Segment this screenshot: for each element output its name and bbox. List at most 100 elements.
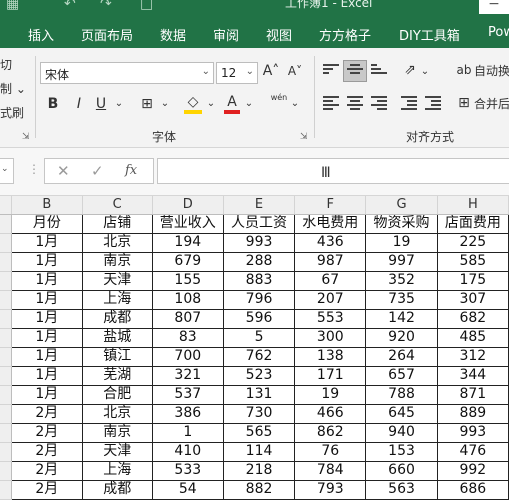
- italic-button[interactable]: I: [72, 94, 86, 116]
- header-cell[interactable]: 物资采购: [365, 213, 438, 234]
- table-cell[interactable]: 679: [151, 251, 224, 272]
- table-cell[interactable]: 565: [222, 422, 296, 443]
- cut-label[interactable]: 切: [0, 56, 12, 73]
- row-header[interactable]: [0, 480, 12, 500]
- table-cell[interactable]: 476: [436, 441, 509, 462]
- table-cell[interactable]: 307: [436, 289, 509, 310]
- table-cell[interactable]: 194: [151, 232, 224, 253]
- row-header[interactable]: [0, 214, 12, 234]
- row-header[interactable]: [0, 366, 12, 386]
- table-cell[interactable]: 上海: [81, 460, 153, 481]
- table-cell[interactable]: 386: [151, 403, 224, 424]
- table-cell[interactable]: 807: [151, 308, 224, 329]
- table-cell[interactable]: 312: [436, 346, 509, 367]
- underline-button[interactable]: U: [94, 94, 108, 116]
- row-header[interactable]: [0, 461, 12, 481]
- table-cell[interactable]: 730: [222, 403, 296, 424]
- chevron-down-icon[interactable]: ⌄: [290, 94, 300, 116]
- column-header-g[interactable]: G: [365, 196, 438, 215]
- header-cell[interactable]: 店铺: [81, 213, 153, 234]
- enter-icon[interactable]: ✓: [91, 162, 104, 180]
- column-header-d[interactable]: D: [152, 196, 224, 215]
- table-cell[interactable]: 153: [365, 441, 438, 462]
- font-color-icon[interactable]: A: [224, 92, 240, 114]
- table-cell[interactable]: 344: [436, 365, 509, 386]
- table-cell[interactable]: 2月: [10, 441, 83, 462]
- column-header-c[interactable]: C: [82, 196, 153, 215]
- tab-fangfang[interactable]: 方方格子: [319, 25, 371, 44]
- fill-color-icon[interactable]: ◇: [184, 92, 202, 114]
- orientation-icon[interactable]: ⇗: [400, 60, 420, 82]
- table-cell[interactable]: 793: [294, 479, 367, 500]
- header-cell[interactable]: 店面费用: [436, 213, 509, 234]
- table-cell[interactable]: 北京: [81, 232, 153, 253]
- table-cell[interactable]: 321: [151, 365, 224, 386]
- save-icon[interactable]: ▦: [6, 0, 19, 12]
- name-box[interactable]: ⌄: [0, 158, 14, 184]
- font-launcher-icon[interactable]: ⇲: [300, 132, 308, 142]
- row-header[interactable]: [0, 423, 12, 443]
- formula-input[interactable]: Ⅲ: [157, 158, 509, 184]
- table-cell[interactable]: 76: [294, 441, 367, 462]
- table-cell[interactable]: 889: [436, 403, 509, 424]
- row-header[interactable]: [0, 252, 12, 272]
- table-cell[interactable]: 1月: [10, 346, 83, 367]
- table-cell[interactable]: 83: [151, 327, 224, 348]
- align-right-icon[interactable]: [371, 96, 387, 110]
- more-options-icon[interactable]: ⋮: [28, 162, 40, 176]
- wrap-text-button[interactable]: 自动换: [474, 61, 509, 83]
- align-middle-button[interactable]: [343, 60, 367, 82]
- table-cell[interactable]: 596: [222, 308, 296, 329]
- table-cell[interactable]: 987: [294, 251, 367, 272]
- tab-diy-toolbox[interactable]: DIY工具箱: [399, 25, 460, 44]
- row-header[interactable]: [0, 233, 12, 253]
- table-cell[interactable]: 225: [436, 232, 509, 253]
- table-cell[interactable]: 686: [436, 479, 509, 500]
- column-header-b[interactable]: B: [11, 196, 83, 215]
- table-cell[interactable]: 5: [222, 327, 296, 348]
- tab-power[interactable]: Pow: [488, 25, 509, 40]
- table-cell[interactable]: 300: [294, 327, 367, 348]
- table-cell[interactable]: 1月: [10, 232, 83, 253]
- row-header[interactable]: [0, 347, 12, 367]
- tab-insert[interactable]: 插入: [28, 25, 54, 44]
- table-cell[interactable]: 788: [365, 384, 438, 405]
- table-cell[interactable]: 436: [294, 232, 367, 253]
- header-cell[interactable]: 月份: [10, 213, 83, 234]
- bold-button[interactable]: B: [46, 94, 60, 116]
- tab-review[interactable]: 审阅: [213, 25, 239, 44]
- merge-center-icon[interactable]: ⊞: [456, 93, 472, 115]
- table-cell[interactable]: 871: [436, 384, 509, 405]
- table-cell[interactable]: 882: [222, 479, 296, 500]
- table-cell[interactable]: 成都: [81, 308, 153, 329]
- row-header[interactable]: [0, 328, 12, 348]
- table-cell[interactable]: 352: [365, 270, 438, 291]
- table-cell[interactable]: 天津: [81, 441, 153, 462]
- table-cell[interactable]: 1月: [10, 270, 83, 291]
- table-cell[interactable]: 1月: [10, 289, 83, 310]
- align-top-icon[interactable]: [323, 64, 339, 78]
- table-cell[interactable]: 1月: [10, 384, 83, 405]
- table-cell[interactable]: 54: [151, 479, 224, 500]
- table-cell[interactable]: 2月: [10, 479, 83, 500]
- table-cell[interactable]: 585: [436, 251, 509, 272]
- table-cell[interactable]: 175: [436, 270, 509, 291]
- wrap-text-icon[interactable]: ab: [456, 60, 472, 82]
- corner-cell[interactable]: [0, 196, 12, 215]
- table-cell[interactable]: 1: [151, 422, 224, 443]
- table-cell[interactable]: 523: [222, 365, 296, 386]
- header-cell[interactable]: 水电费用: [294, 213, 367, 234]
- table-cell[interactable]: 784: [294, 460, 367, 481]
- chevron-down-icon[interactable]: ⌄: [420, 62, 430, 84]
- table-cell[interactable]: 1月: [10, 327, 83, 348]
- table-cell[interactable]: 682: [436, 308, 509, 329]
- table-cell[interactable]: 合肥: [81, 384, 153, 405]
- table-cell[interactable]: 218: [222, 460, 296, 481]
- table-cell[interactable]: 镇江: [81, 346, 153, 367]
- phonetic-guide-icon[interactable]: wén: [270, 92, 288, 114]
- table-cell[interactable]: 992: [436, 460, 509, 481]
- copy-label[interactable]: 制 ⌄: [0, 80, 26, 97]
- table-cell[interactable]: 553: [294, 308, 367, 329]
- table-cell[interactable]: 883: [222, 270, 296, 291]
- minimize-button[interactable]: −: [479, 0, 509, 14]
